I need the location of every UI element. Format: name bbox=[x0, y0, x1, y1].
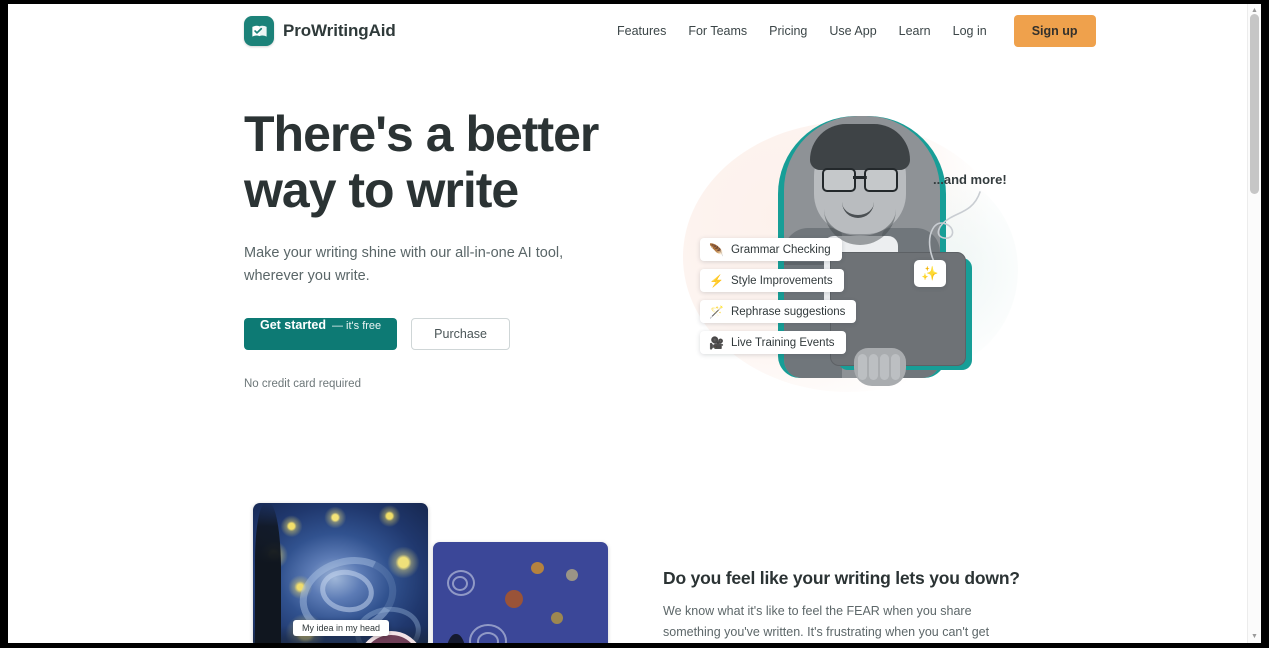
webpage-content: ProWritingAid Features For Teams Pricing… bbox=[8, 4, 1261, 643]
site-header: ProWritingAid Features For Teams Pricing… bbox=[8, 4, 1253, 60]
simplified-blue-painting bbox=[433, 542, 608, 643]
nav-item-use-app[interactable]: Use App bbox=[818, 17, 887, 45]
feature-card-live-training-events[interactable]: 🎥 Live Training Events bbox=[700, 331, 846, 354]
browser-viewport: ProWritingAid Features For Teams Pricing… bbox=[8, 4, 1261, 643]
get-started-button[interactable]: Get started — it's free bbox=[244, 318, 398, 350]
page-title: There's a better way to write bbox=[244, 106, 599, 218]
nav-item-features[interactable]: Features bbox=[606, 17, 677, 45]
writing-lets-you-down-section: My idea in my head Do you feel like your… bbox=[8, 480, 1253, 643]
feature-card-grammar-checking[interactable]: 🪶 Grammar Checking bbox=[700, 238, 842, 261]
section2-body: We know what it's like to feel the FEAR … bbox=[663, 604, 990, 639]
section2-title: Do you feel like your writing lets you d… bbox=[663, 568, 1020, 588]
main-navigation: Features For Teams Pricing Use App Learn… bbox=[606, 15, 1096, 47]
feature-card-label: Grammar Checking bbox=[730, 243, 831, 256]
feature-card-style-improvements[interactable]: ⚡ Style Improvements bbox=[700, 269, 844, 292]
feature-card-label: Style Improvements bbox=[730, 274, 833, 287]
nav-item-log-in[interactable]: Log in bbox=[942, 17, 998, 45]
hero-illustration: 🪶 Grammar Checking ⚡ Style Improvements … bbox=[658, 110, 1038, 410]
nav-item-learn[interactable]: Learn bbox=[888, 17, 942, 45]
starry-night-comparison-illustration: My idea in my head bbox=[253, 503, 608, 643]
sparkles-icon: ✨ bbox=[921, 265, 939, 281]
no-credit-card-note: No credit card required bbox=[244, 378, 361, 390]
brand-name: ProWritingAid bbox=[283, 21, 396, 40]
and-more-label: ...and more! bbox=[933, 172, 1007, 187]
hero-subtitle: Make your writing shine with our all-in-… bbox=[244, 245, 564, 284]
hair bbox=[810, 124, 910, 170]
feature-card-label: Live Training Events bbox=[730, 336, 835, 349]
vertical-scrollbar[interactable]: ▲ ▼ bbox=[1247, 4, 1261, 643]
magic-wand-icon: 🪄 bbox=[709, 304, 724, 319]
sparkles-card[interactable]: ✨ bbox=[914, 260, 946, 287]
movie-camera-icon: 🎥 bbox=[709, 335, 724, 350]
hand bbox=[854, 348, 906, 386]
hero-cta-group: Get started — it's free Purchase bbox=[244, 318, 644, 350]
feather-quill-icon: 🪶 bbox=[709, 242, 724, 257]
lightning-bolt-icon: ⚡ bbox=[709, 273, 724, 288]
feature-card-label: Rephrase suggestions bbox=[730, 305, 846, 318]
nav-item-for-teams[interactable]: For Teams bbox=[677, 17, 758, 45]
idea-caption: My idea in my head bbox=[293, 620, 390, 636]
sign-up-button[interactable]: Sign up bbox=[1013, 15, 1096, 47]
scroll-down-arrow-icon[interactable]: ▼ bbox=[1248, 630, 1261, 643]
nav-item-pricing[interactable]: Pricing bbox=[758, 17, 818, 45]
hero-copy: There's a better way to write Make your … bbox=[244, 106, 644, 390]
book-check-logo-icon bbox=[244, 16, 274, 46]
get-started-label: Get started bbox=[260, 318, 326, 332]
purchase-button[interactable]: Purchase bbox=[411, 318, 510, 350]
curly-pointer-line-icon bbox=[928, 191, 981, 267]
brand-logo-link[interactable]: ProWritingAid bbox=[244, 16, 396, 46]
scrollbar-thumb[interactable] bbox=[1250, 14, 1259, 194]
feature-card-rephrase-suggestions[interactable]: 🪄 Rephrase suggestions bbox=[700, 300, 857, 323]
hero-section: There's a better way to write Make your … bbox=[8, 60, 1253, 480]
get-started-suffix: — it's free bbox=[332, 320, 382, 332]
section2-copy: Do you feel like your writing lets you d… bbox=[663, 568, 1023, 643]
glasses-icon bbox=[822, 168, 898, 192]
